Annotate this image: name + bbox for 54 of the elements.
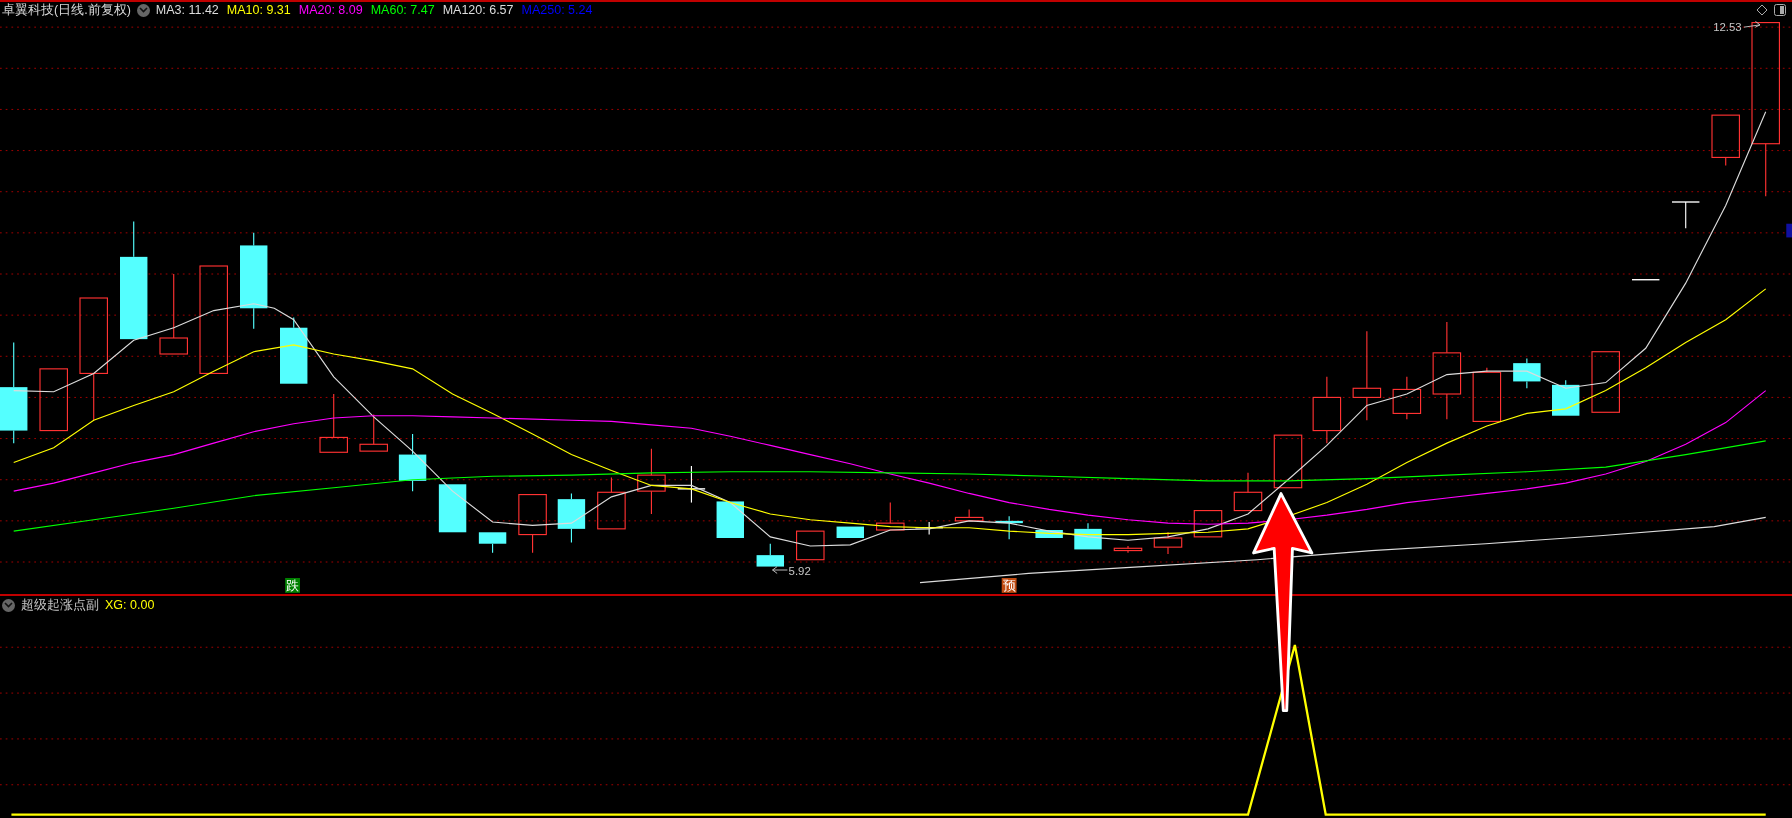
candlestick bbox=[876, 502, 905, 531]
candlestick bbox=[319, 393, 348, 453]
diamond-icon[interactable] bbox=[1756, 4, 1768, 16]
price-marker bbox=[1786, 223, 1792, 238]
signal-badge: 跌 bbox=[285, 578, 300, 593]
candlestick bbox=[597, 476, 626, 530]
arrow-icon bbox=[772, 566, 788, 574]
indicator-title: 超级起涨点副 bbox=[21, 598, 99, 612]
panel-toggle-icon[interactable] bbox=[1774, 4, 1786, 16]
low-price-label: 5.92 bbox=[788, 564, 811, 577]
candlestick bbox=[518, 494, 547, 554]
candlestick bbox=[1273, 434, 1303, 489]
candlestick bbox=[1552, 379, 1580, 416]
indicator-value: MA10: 9.31 bbox=[226, 3, 291, 17]
candlestick bbox=[1113, 545, 1143, 554]
candlestick bbox=[995, 515, 1023, 540]
indicator-value: MA120: 6.57 bbox=[442, 3, 514, 17]
candlestick bbox=[557, 492, 586, 544]
candlestick bbox=[1153, 531, 1183, 555]
candlestick bbox=[637, 448, 666, 515]
candlestick bbox=[1035, 530, 1063, 538]
indicator-value: MA3: 11.42 bbox=[155, 3, 219, 17]
dropdown-icon[interactable] bbox=[136, 3, 150, 17]
signal-badge: 预 bbox=[1001, 578, 1017, 593]
candlestick bbox=[1392, 376, 1422, 420]
candlestick bbox=[756, 543, 784, 567]
candlestick bbox=[1074, 522, 1102, 550]
candlestick bbox=[1233, 472, 1263, 512]
candlestick bbox=[438, 484, 467, 533]
candlestick bbox=[398, 433, 427, 492]
indicator-value: XG: 0.00 bbox=[105, 598, 155, 612]
high-price-label: 12.53 bbox=[1713, 20, 1742, 33]
indicator-value: MA20: 8.09 bbox=[298, 3, 363, 17]
candlestick bbox=[1472, 367, 1502, 422]
candlestick bbox=[1312, 376, 1342, 444]
candlestick bbox=[478, 532, 507, 554]
candlestick bbox=[39, 368, 68, 432]
candlestick bbox=[1513, 358, 1541, 389]
chart-title: 卓翼科技(日线.前复权) bbox=[2, 3, 131, 17]
candlestick bbox=[1671, 201, 1701, 229]
arrow-icon bbox=[1743, 20, 1761, 28]
dropdown-icon[interactable] bbox=[2, 598, 15, 612]
candlestick bbox=[796, 530, 825, 561]
candlestick bbox=[1711, 114, 1740, 166]
candlestick bbox=[1193, 510, 1223, 538]
candlestick bbox=[1631, 279, 1661, 281]
candlestick bbox=[716, 501, 744, 538]
candlestick bbox=[1591, 351, 1620, 413]
candlestick bbox=[954, 508, 984, 522]
candlestick bbox=[280, 316, 308, 384]
indicator-value: MA250: 5.24 bbox=[521, 3, 593, 17]
candlestick bbox=[836, 526, 864, 538]
candlestick bbox=[677, 465, 706, 504]
indicator-value: MA60: 7.47 bbox=[370, 3, 435, 17]
